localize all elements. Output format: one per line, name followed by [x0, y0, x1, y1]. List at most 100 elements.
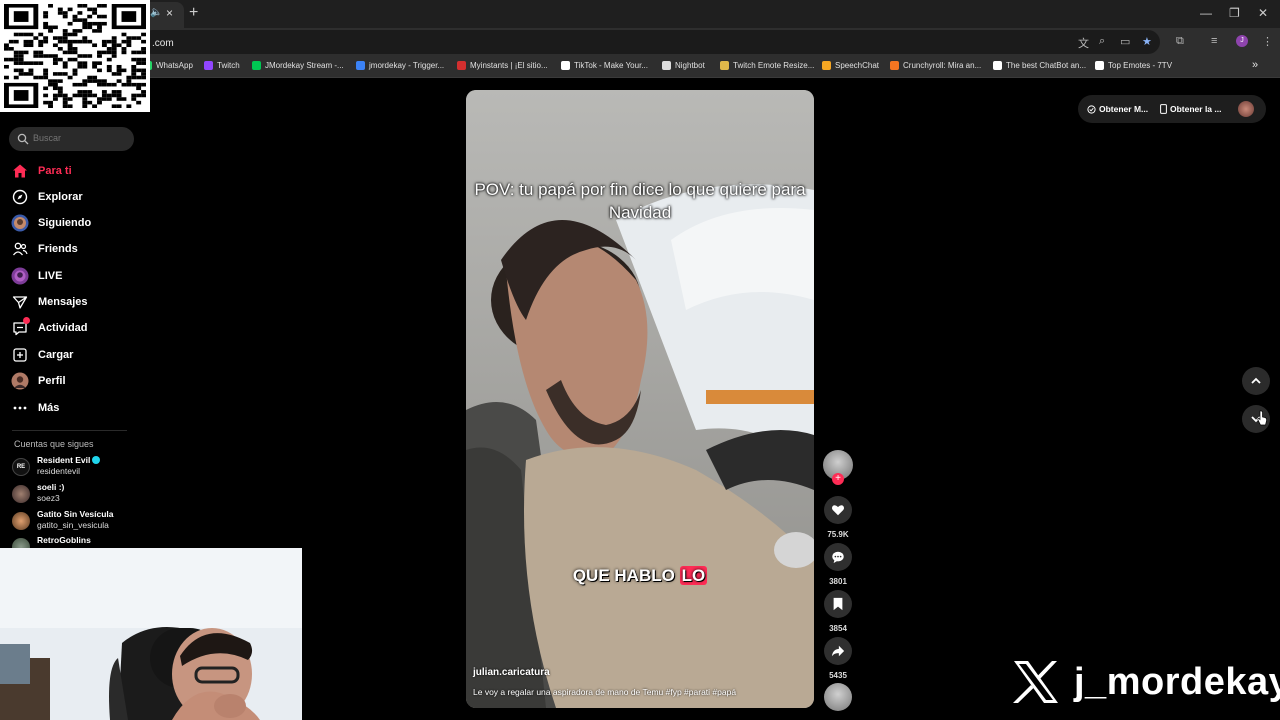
- notification-dot: [23, 317, 30, 324]
- account-name: RetroGoblins: [37, 535, 91, 545]
- omnibox[interactable]: [140, 30, 1160, 54]
- tab-close-button[interactable]: ×: [166, 6, 173, 20]
- bookmark-favicon-icon: [252, 61, 261, 70]
- search-input[interactable]: [33, 133, 123, 143]
- translate-icon[interactable]: 文: [1078, 35, 1089, 51]
- bookmark-favicon-icon: [890, 61, 899, 70]
- video-player[interactable]: POV: tu papá por fin dice lo que quiere …: [466, 90, 814, 708]
- sidebar-item-explorar[interactable]: Explorar: [10, 186, 130, 208]
- profile-avatar-icon[interactable]: J: [1236, 35, 1248, 47]
- get-app-button[interactable]: Obtener la ...: [1160, 104, 1222, 114]
- upload-icon: [10, 345, 30, 365]
- bookmark-label: SpeechChat: [835, 61, 880, 70]
- bookmark-item[interactable]: Twitch: [204, 61, 240, 70]
- save-action[interactable]: 3854: [823, 590, 853, 633]
- sidebar-item-live[interactable]: LIVE: [10, 265, 130, 287]
- bookmark-label: Myinstants | ¡El sitio...: [470, 61, 548, 70]
- bookmark-label: The best ChatBot an...: [1006, 61, 1087, 70]
- coin-icon: [1087, 104, 1096, 114]
- account-handle: soez3: [37, 493, 60, 503]
- comment-count: 3801: [829, 577, 847, 586]
- sidebar-item-para-ti[interactable]: Para ti: [10, 160, 130, 182]
- get-coins-label: Obtener M...: [1099, 104, 1149, 114]
- bookmark-label: jmordekay - Trigger...: [369, 61, 445, 70]
- bookmark-item[interactable]: Crunchyroll: Mira an...: [890, 61, 981, 70]
- following-section-title: Cuentas que sigues: [14, 439, 94, 449]
- qr-code-graphic: [4, 4, 146, 108]
- get-app-label: Obtener la ...: [1170, 104, 1222, 114]
- following-account-gatito[interactable]: Gatito Sin Vesícula gatito_sin_vesicula: [12, 509, 137, 533]
- sidebar-item-cargar[interactable]: Cargar: [10, 344, 130, 366]
- sidebar-item-label: Más: [38, 402, 60, 414]
- new-tab-button[interactable]: +: [189, 4, 198, 22]
- bookmark-item[interactable]: SpeechChat: [822, 61, 879, 70]
- extensions-icon[interactable]: ⧉: [1176, 35, 1184, 48]
- sidebar-item-mensajes[interactable]: Mensajes: [10, 291, 130, 313]
- home-icon: [10, 161, 30, 181]
- sidebar-item-friends[interactable]: Friends: [10, 238, 130, 260]
- phone-icon: [1160, 104, 1167, 114]
- video-description[interactable]: Le voy a regalar una aspiradora de mano …: [473, 687, 736, 697]
- account-name: Gatito Sin Vesícula: [37, 509, 114, 519]
- save-count: 3854: [829, 624, 847, 633]
- bookmark-item[interactable]: Top Emotes - 7TV: [1095, 61, 1172, 70]
- sidebar-item-mas[interactable]: Más: [10, 397, 130, 419]
- browser-menu-icon[interactable]: ⋮: [1262, 35, 1273, 48]
- save-button[interactable]: [824, 590, 852, 618]
- comment-action[interactable]: 3801: [823, 543, 853, 586]
- watermark-handle: j_mordekay: [1074, 660, 1280, 703]
- like-button[interactable]: [824, 496, 852, 524]
- bookmark-item[interactable]: Myinstants | ¡El sitio...: [457, 61, 548, 70]
- sidebar-item-label: Cargar: [38, 349, 74, 361]
- share-action[interactable]: 5435: [823, 637, 853, 680]
- restore-icon[interactable]: ❐: [1229, 6, 1240, 20]
- bookmark-label: Twitch: [217, 61, 240, 70]
- sidebar-item-siguiendo[interactable]: Siguiendo: [10, 212, 130, 234]
- live-icon: [10, 266, 30, 286]
- like-action[interactable]: 75.9K: [823, 496, 853, 539]
- bookmark-label: Top Emotes - 7TV: [1108, 61, 1173, 70]
- cast-icon[interactable]: ▭: [1120, 35, 1130, 48]
- url-text[interactable]: .com: [152, 38, 174, 49]
- bookmark-item[interactable]: WhatsApp: [143, 61, 193, 70]
- next-creator-avatar[interactable]: [824, 683, 852, 711]
- sidebar-item-label: Perfil: [38, 375, 66, 387]
- bookmark-star-icon[interactable]: ★: [1142, 35, 1152, 48]
- bookmark-label: TikTok - Make Your...: [574, 61, 648, 70]
- following-account-resident-evil[interactable]: RE Resident Evil residentevil: [12, 455, 137, 479]
- sidebar-item-label: Friends: [38, 243, 78, 255]
- bookmark-favicon-icon: [561, 61, 570, 70]
- bookmark-item[interactable]: The best ChatBot an...: [993, 61, 1086, 70]
- follow-button[interactable]: +: [832, 473, 844, 485]
- sidebar-item-actividad[interactable]: Actividad: [10, 317, 130, 339]
- video-subtitle: QUE HABLO LO: [466, 566, 814, 586]
- bookmark-favicon-icon: [720, 61, 729, 70]
- video-author[interactable]: julian.caricatura: [473, 667, 550, 678]
- like-count: 75.9K: [827, 530, 849, 539]
- bookmark-item[interactable]: TikTok - Make Your...: [561, 61, 648, 70]
- close-window-icon[interactable]: ✕: [1258, 6, 1268, 20]
- minimize-icon[interactable]: —: [1200, 6, 1212, 20]
- streamer-watermark: j_mordekay: [1012, 660, 1280, 704]
- bookmark-item[interactable]: JMordekay Stream -...: [252, 61, 344, 70]
- share-button[interactable]: [824, 637, 852, 665]
- get-coins-button[interactable]: Obtener M...: [1087, 104, 1148, 114]
- bookmark-item[interactable]: jmordekay - Trigger...: [356, 61, 444, 70]
- more-bookmarks-icon[interactable]: »: [1252, 59, 1258, 71]
- user-avatar[interactable]: [1238, 101, 1254, 117]
- previous-video-button[interactable]: [1242, 367, 1270, 395]
- divider: [12, 430, 127, 431]
- heart-icon: [831, 505, 845, 516]
- zoom-icon[interactable]: ⌕: [1099, 35, 1105, 48]
- sidebar-item-perfil[interactable]: Perfil: [10, 370, 130, 392]
- screen: { "browser": { "url": ".com", "new_tab":…: [0, 0, 1280, 720]
- media-control-icon[interactable]: ≡: [1211, 35, 1217, 47]
- bookmark-item[interactable]: Nightbot: [662, 61, 705, 70]
- profile-icon: [10, 371, 30, 391]
- bookmark-item[interactable]: Twitch Emote Resize...: [720, 61, 814, 70]
- share-icon: [831, 645, 845, 657]
- speaker-icon[interactable]: 🔈: [150, 7, 162, 18]
- activity-icon: [10, 317, 30, 338]
- comment-button[interactable]: [824, 543, 852, 571]
- following-account-soeli[interactable]: soeli :) soez3: [12, 482, 137, 506]
